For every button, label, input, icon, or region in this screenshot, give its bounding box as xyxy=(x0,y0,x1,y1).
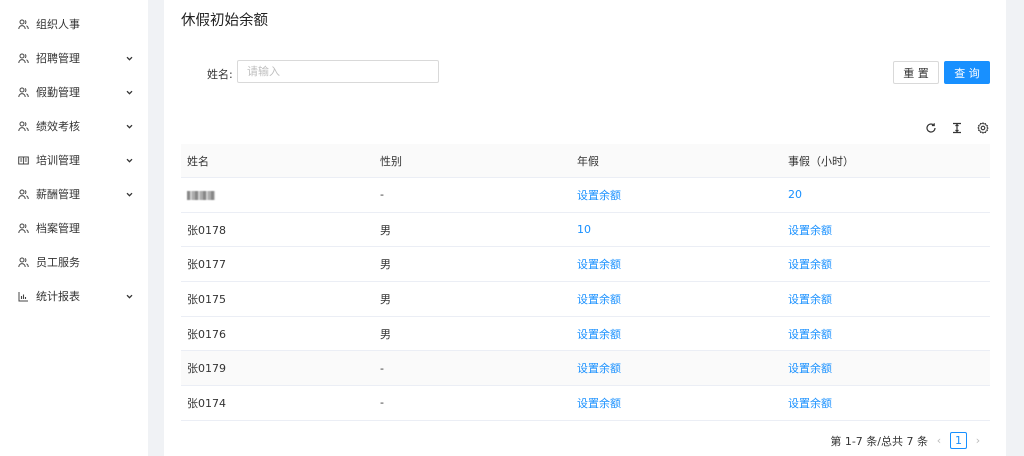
sidebar-item-label: 薪酬管理 xyxy=(36,188,80,201)
chevron-down-icon xyxy=(124,53,134,63)
gender-cell: 男 xyxy=(380,327,391,341)
sidebar-item-label: 培训管理 xyxy=(36,154,80,167)
users-icon xyxy=(18,87,29,98)
personal-leave-link[interactable]: 设置余额 xyxy=(782,326,990,342)
annual-leave-link[interactable]: 10 xyxy=(571,223,782,236)
personal-leave-link[interactable]: 20 xyxy=(782,188,990,201)
prev-page-icon[interactable]: ‹ xyxy=(934,434,944,447)
sidebar-item-label: 招聘管理 xyxy=(36,52,80,65)
next-page-icon[interactable]: › xyxy=(973,434,983,447)
employee-name-cell: 张0174 xyxy=(187,396,226,410)
sidebar-item-6[interactable]: 档案管理 xyxy=(0,211,148,245)
users-icon xyxy=(18,257,29,268)
column-header-personal-leave[interactable]: 事假（小时） xyxy=(782,153,990,169)
reload-icon[interactable] xyxy=(924,121,937,134)
main-content: 休假初始余额 姓名: 重 置 查 询 姓名 性别 年假 事假（小时） - 设置余额… xyxy=(164,0,1006,456)
name-search-label: 姓名: xyxy=(207,68,233,81)
sidebar-item-4[interactable]: 培训管理 xyxy=(0,143,148,177)
users-icon xyxy=(18,19,29,30)
chevron-down-icon xyxy=(124,291,134,301)
column-header-annual-leave[interactable]: 年假 xyxy=(571,153,782,169)
page-scrollbar[interactable] xyxy=(1006,0,1024,456)
sidebar-item-1[interactable]: 招聘管理 xyxy=(0,41,148,75)
sidebar: 组织人事招聘管理假勤管理绩效考核培训管理薪酬管理档案管理员工服务统计报表 xyxy=(0,0,148,456)
sidebar-item-0[interactable]: 组织人事 xyxy=(0,7,148,41)
table-toolbar xyxy=(924,121,989,134)
chevron-down-icon xyxy=(124,87,134,97)
personal-leave-link[interactable]: 设置余额 xyxy=(782,360,990,376)
gender-cell: - xyxy=(380,396,384,410)
users-icon xyxy=(18,53,29,64)
employee-name-cell: 张0176 xyxy=(187,327,226,341)
users-icon xyxy=(18,189,29,200)
name-search-input[interactable] xyxy=(237,60,439,83)
sidebar-item-label: 绩效考核 xyxy=(36,120,80,133)
sidebar-item-label: 员工服务 xyxy=(36,256,80,269)
sidebar-item-7[interactable]: 员工服务 xyxy=(0,245,148,279)
column-height-icon[interactable] xyxy=(950,121,963,134)
employee-name-cell: 张0177 xyxy=(187,258,226,272)
annual-leave-link[interactable]: 设置余额 xyxy=(571,187,782,203)
personal-leave-link[interactable]: 设置余额 xyxy=(782,256,990,272)
sidebar-item-5[interactable]: 薪酬管理 xyxy=(0,177,148,211)
users-icon xyxy=(18,223,29,234)
personal-leave-link[interactable]: 设置余额 xyxy=(782,395,990,411)
table-row: 张0174 - 设置余额 设置余额 xyxy=(181,386,990,421)
gender-cell: 男 xyxy=(380,258,391,272)
balance-table: 姓名 性别 年假 事假（小时） - 设置余额 20 张0178 男 10 设置余额 张0177… xyxy=(181,144,990,421)
column-header-gender[interactable]: 性别 xyxy=(374,153,571,169)
annual-leave-link[interactable]: 设置余额 xyxy=(571,291,782,307)
reset-button[interactable]: 重 置 xyxy=(893,61,939,84)
gender-cell: 男 xyxy=(380,292,391,306)
table-row: 张0176 男 设置余额 设置余额 xyxy=(181,317,990,352)
employee-name-cell: 张0179 xyxy=(187,362,226,376)
personal-leave-link[interactable]: 设置余额 xyxy=(782,222,990,238)
personal-leave-link[interactable]: 设置余额 xyxy=(782,291,990,307)
page-title: 休假初始余额 xyxy=(181,13,268,29)
sidebar-item-label: 档案管理 xyxy=(36,222,80,235)
annual-leave-link[interactable]: 设置余额 xyxy=(571,326,782,342)
settings-icon[interactable] xyxy=(976,121,989,134)
table-row: 张0175 男 设置余额 设置余额 xyxy=(181,282,990,317)
chevron-down-icon xyxy=(124,155,134,165)
chevron-down-icon xyxy=(124,121,134,131)
employee-name-cell xyxy=(181,188,374,201)
sidebar-item-8[interactable]: 统计报表 xyxy=(0,279,148,313)
sidebar-item-2[interactable]: 假勤管理 xyxy=(0,75,148,109)
gender-cell: 男 xyxy=(380,223,391,237)
page-1-button[interactable]: 1 xyxy=(950,432,967,449)
employee-name-cell: 张0178 xyxy=(187,223,226,237)
annual-leave-link[interactable]: 设置余额 xyxy=(571,360,782,376)
annual-leave-link[interactable]: 设置余额 xyxy=(571,256,782,272)
book-icon xyxy=(18,155,29,166)
table-header: 姓名 性别 年假 事假（小时） xyxy=(181,144,990,178)
redacted-name xyxy=(187,190,215,200)
column-header-name[interactable]: 姓名 xyxy=(181,153,374,169)
bar-chart-icon xyxy=(18,291,29,302)
table-row: - 设置余额 20 xyxy=(181,178,990,213)
table-row: 张0178 男 10 设置余额 xyxy=(181,213,990,248)
table-row: 张0177 男 设置余额 设置余额 xyxy=(181,247,990,283)
users-icon xyxy=(18,121,29,132)
gender-cell: - xyxy=(380,188,384,202)
pagination-summary: 第 1-7 条/总共 7 条 xyxy=(830,434,928,448)
sidebar-item-label: 组织人事 xyxy=(36,18,80,31)
annual-leave-link[interactable]: 设置余额 xyxy=(571,395,782,411)
gender-cell: - xyxy=(380,361,384,375)
employee-name-cell: 张0175 xyxy=(187,292,226,306)
query-button[interactable]: 查 询 xyxy=(944,61,990,84)
pagination: 第 1-7 条/总共 7 条 ‹ 1 › xyxy=(830,432,983,449)
sidebar-item-3[interactable]: 绩效考核 xyxy=(0,109,148,143)
chevron-down-icon xyxy=(124,189,134,199)
sidebar-item-label: 假勤管理 xyxy=(36,86,80,99)
sidebar-item-label: 统计报表 xyxy=(36,290,80,303)
table-row: 张0179 - 设置余额 设置余额 xyxy=(181,351,990,387)
